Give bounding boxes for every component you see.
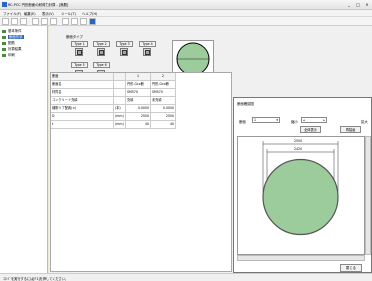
whats-this-icon[interactable]: [80, 18, 87, 25]
folder-icon: [2, 41, 6, 45]
copy-icon[interactable]: [41, 18, 48, 25]
zoom-slider[interactable]: ◂ ▸: [301, 117, 327, 123]
row-label: コンクリート充填: [51, 97, 114, 105]
menu-file[interactable]: ファイル(F): [3, 11, 21, 16]
type3-button[interactable]: Type 3: [116, 41, 133, 47]
tree-item-print[interactable]: 印刷: [2, 52, 15, 57]
row-label: D: [51, 113, 114, 121]
grid-cell[interactable]: 0.0000: [126, 105, 151, 113]
row-label: 断面名: [51, 81, 114, 89]
minimize-button[interactable]: _: [345, 1, 353, 8]
menu-bar: ファイル(F) 編集(E) 表示(V) ツール(T) ヘルプ(H): [0, 10, 372, 17]
type5-button[interactable]: Type 5: [71, 62, 88, 68]
row-unit: [114, 81, 126, 89]
row-unit: [114, 97, 126, 105]
print-icon[interactable]: [62, 18, 69, 25]
material-dropdown[interactable]: SM570: [126, 89, 151, 97]
square-section-icon[interactable]: [143, 48, 151, 56]
grid-header-col2: 2: [151, 73, 176, 81]
tree-item-result[interactable]: 計算結果: [2, 46, 22, 51]
tree-item-basic[interactable]: 基本条件: [2, 28, 22, 33]
navigation-tree: 基本条件 断面形状 配筋 計算結果 印刷: [0, 26, 48, 273]
window-title: RC-PCC 円形断面の耐荷力計算 - [無題]: [8, 3, 69, 7]
grid-cell[interactable]: 40: [151, 121, 176, 129]
horizontal-scrollbar[interactable]: [237, 255, 365, 261]
toolbar: [0, 17, 372, 26]
help-icon[interactable]: [71, 18, 78, 25]
grid-header-col1: 1: [126, 73, 151, 81]
section-drawing-window: 断面確認図 断面 1 ▾ 縮小 ◂ ▸ 拡大 全体表示 再描画 2500 2420 …: [233, 97, 372, 273]
square-section-icon[interactable]: [97, 48, 105, 56]
printer-icon: [2, 53, 6, 57]
tree-item-section[interactable]: 断面形状: [2, 34, 24, 39]
vertical-scrollbar[interactable]: [365, 136, 371, 255]
type4-button[interactable]: Type 4: [139, 41, 156, 47]
grid-header-label: 断面: [51, 73, 114, 81]
zoom-out-label: 縮小: [291, 120, 298, 124]
type2-button[interactable]: Type 2: [93, 41, 110, 47]
grid-cell[interactable]: 40: [126, 121, 151, 129]
tree-item-rebar[interactable]: 配筋: [2, 40, 15, 45]
redraw-button[interactable]: 再描画: [340, 126, 361, 133]
grid-header-unit: [114, 73, 126, 81]
row-unit: (本): [114, 105, 126, 113]
menu-edit[interactable]: 編集(E): [24, 11, 36, 16]
material-dropdown[interactable]: SM570: [151, 89, 176, 97]
maximize-button[interactable]: □: [354, 1, 362, 8]
menu-view[interactable]: 表示(V): [42, 11, 54, 16]
grid-cell[interactable]: 0.0000: [151, 105, 176, 113]
calculate-icon[interactable]: [89, 18, 96, 25]
type1-button[interactable]: Type 1: [71, 41, 88, 47]
drawing-canvas[interactable]: 2500 2420: [237, 136, 365, 255]
row-unit: [114, 89, 126, 97]
grid-cell[interactable]: 2500: [151, 113, 176, 121]
row-label: t: [51, 121, 114, 129]
status-bar: ｺﾏﾝﾄﾞを実行するには[F1]を押してください。: [0, 273, 372, 281]
paste-icon[interactable]: [50, 18, 57, 25]
section-grid: 断面 1 2 断面名 円形-Gco断 円形-Gco断 材質名 SM570 SM5…: [50, 72, 232, 272]
section-select-label: 断面: [239, 120, 246, 124]
section-type-heading: 断面タイプ: [66, 35, 83, 39]
folder-icon: [2, 29, 6, 33]
outer-diameter-label: 2500: [294, 139, 303, 143]
new-file-icon[interactable]: [2, 18, 9, 25]
inner-diameter-label: 2420: [294, 147, 303, 151]
type6-button[interactable]: Type 6: [93, 62, 110, 68]
arrow-left-icon: ◂: [303, 118, 305, 122]
grid-cell[interactable]: 2500: [126, 113, 151, 121]
cut-icon[interactable]: [32, 18, 39, 25]
close-window-button[interactable]: ×: [363, 1, 371, 8]
chevron-down-icon: ▾: [276, 118, 278, 122]
folder-icon: [2, 47, 6, 51]
drawing-window-title: 断面確認図: [237, 102, 254, 106]
app-icon: [2, 2, 7, 7]
arrow-right-icon: ▸: [323, 118, 325, 122]
row-label: 補剛リブ配置(×): [51, 105, 114, 113]
grid-cell[interactable]: 円形-Gco断: [126, 81, 151, 89]
row-label: 材質名: [51, 89, 114, 97]
folder-icon: [2, 35, 6, 39]
filling-dropdown[interactable]: 充填: [126, 97, 151, 105]
menu-help[interactable]: ヘルプ(H): [82, 11, 97, 16]
menu-tools[interactable]: ツール(T): [61, 11, 76, 16]
zoom-in-label: 拡大: [361, 120, 368, 124]
status-message: ｺﾏﾝﾄﾞを実行するには[F1]を押してください。: [3, 277, 69, 281]
filling-dropdown[interactable]: 未充填: [151, 97, 176, 105]
close-button[interactable]: 閉じる: [340, 264, 362, 272]
save-icon[interactable]: [20, 18, 27, 25]
square-section-icon[interactable]: [75, 48, 83, 56]
section-drawing-svg: [262, 141, 339, 236]
section-select-dropdown[interactable]: 1 ▾: [252, 117, 280, 123]
row-unit: (mm): [114, 113, 126, 121]
title-bar: RC-PCC 円形断面の耐荷力計算 - [無題] _ □ ×: [0, 0, 372, 10]
row-unit: (mm): [114, 121, 126, 129]
grid-cell[interactable]: 円形-Gco断: [151, 81, 176, 89]
open-file-icon[interactable]: [11, 18, 18, 25]
fit-all-button[interactable]: 全体表示: [300, 126, 321, 133]
square-section-icon[interactable]: [120, 48, 128, 56]
